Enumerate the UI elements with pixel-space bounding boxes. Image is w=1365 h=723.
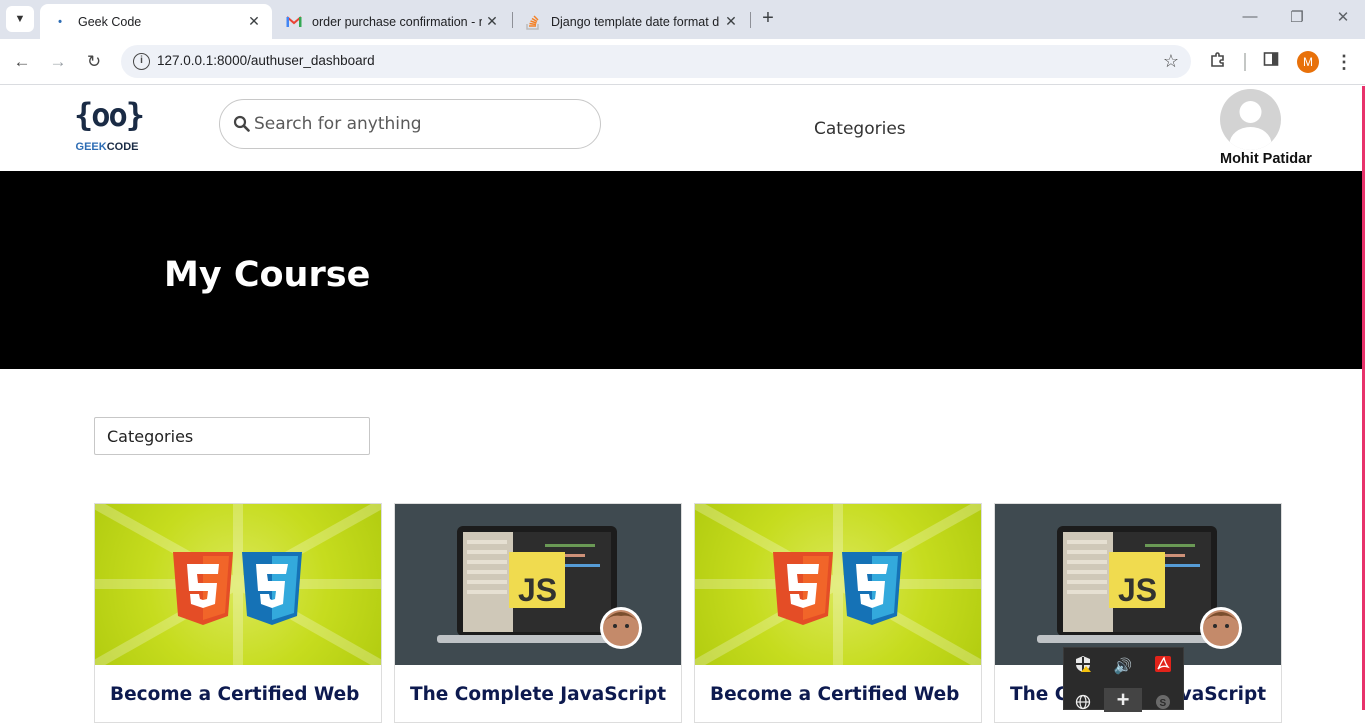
search-icon: [233, 115, 251, 133]
javascript-thumbnail: JS: [995, 504, 1281, 665]
acrobat-icon[interactable]: [1151, 655, 1175, 679]
page-title: My Course: [164, 255, 371, 295]
category-select-value: Categories: [107, 427, 194, 446]
html-css-thumbnail: [695, 504, 981, 665]
geekcode-favicon-icon: •: [58, 15, 62, 28]
user-avatar[interactable]: [1220, 89, 1281, 150]
course-title[interactable]: The Complete JavaScript: [410, 684, 666, 705]
add-tray-plus-icon[interactable]: +: [1104, 688, 1142, 712]
security-shield-icon[interactable]: [1071, 655, 1095, 679]
logo-wordmark: GEEKCODE: [75, 141, 139, 153]
course-card[interactable]: Become a Certified Web: [94, 503, 382, 723]
html-css-thumbnail: [95, 504, 381, 665]
profile-avatar[interactable]: M: [1297, 51, 1319, 73]
more-menu-icon[interactable]: ⋮: [1333, 51, 1355, 73]
back-arrow-icon[interactable]: ←: [10, 50, 34, 74]
course-card[interactable]: JS The Complete JavaScript: [394, 503, 682, 723]
volume-icon[interactable]: 🔊: [1111, 655, 1135, 679]
tab-stackoverflow[interactable]: Django template date format d ✕: [513, 4, 749, 39]
tab-title: Django template date format d: [551, 14, 720, 29]
hero-banner: My Course: [0, 171, 1362, 369]
svg-text:JS: JS: [1118, 572, 1157, 608]
logo-mark: {oo}: [74, 96, 145, 134]
tab-search-button[interactable]: ▼: [6, 6, 34, 32]
site-info-icon[interactable]: i: [133, 53, 150, 70]
browser-toolbar: ← → ↻ i 127.0.0.1:8000/authuser_dashboar…: [0, 39, 1365, 85]
forward-arrow-icon[interactable]: →: [46, 50, 70, 74]
side-panel-icon[interactable]: [1260, 51, 1282, 73]
search-bar[interactable]: [219, 99, 601, 149]
geekcode-logo[interactable]: {oo} GEEKCODE: [74, 94, 145, 164]
globe-icon[interactable]: [1071, 694, 1095, 718]
reload-icon[interactable]: ↻: [82, 50, 106, 74]
nav-categories-link[interactable]: Categories: [814, 119, 906, 139]
restore-icon[interactable]: ❐: [1285, 8, 1309, 30]
course-card[interactable]: Become a Certified Web: [694, 503, 982, 723]
category-select[interactable]: Categories: [94, 417, 370, 455]
tab-title: order purchase confirmation - r: [312, 14, 482, 29]
javascript-thumbnail: JS: [395, 504, 681, 665]
address-bar[interactable]: i 127.0.0.1:8000/authuser_dashboard ☆: [121, 45, 1191, 78]
tab-divider: [750, 12, 751, 28]
close-window-icon[interactable]: ✕: [1331, 8, 1355, 30]
url-text[interactable]: 127.0.0.1:8000/authuser_dashboard: [157, 53, 375, 68]
system-tray-popup: 🔊 + S: [1063, 647, 1184, 712]
toolbar-divider: [1244, 53, 1246, 71]
course-title[interactable]: Become a Certified Web: [710, 684, 959, 705]
bookmark-star-icon[interactable]: ☆: [1163, 51, 1179, 72]
chevron-down-icon: ▼: [14, 13, 26, 25]
minimize-icon[interactable]: —: [1238, 8, 1262, 30]
extensions-puzzle-icon[interactable]: [1207, 51, 1229, 73]
new-tab-plus-icon[interactable]: +: [757, 8, 779, 30]
close-icon[interactable]: ✕: [482, 13, 502, 30]
svg-text:JS: JS: [518, 572, 557, 608]
close-icon[interactable]: ✕: [721, 13, 741, 30]
tab-title: Geek Code: [78, 14, 142, 29]
stackoverflow-icon: [525, 14, 541, 30]
tab-gmail[interactable]: order purchase confirmation - r ✕: [274, 4, 510, 39]
browser-tab-strip: ▼ • Geek Code ✕ order purchase confirmat…: [0, 0, 1365, 39]
gmail-icon: [286, 14, 302, 30]
svg-text:S: S: [1160, 698, 1167, 709]
site-header: {oo} GEEKCODE Categories Mohit Patidar: [0, 86, 1362, 171]
user-name[interactable]: Mohit Patidar: [1220, 151, 1312, 167]
close-icon[interactable]: ✕: [244, 13, 264, 30]
tab-geek-code[interactable]: • Geek Code ✕: [40, 4, 272, 39]
search-input[interactable]: [254, 110, 574, 138]
course-title[interactable]: Become a Certified Web: [110, 684, 359, 705]
skype-icon[interactable]: S: [1151, 694, 1175, 718]
